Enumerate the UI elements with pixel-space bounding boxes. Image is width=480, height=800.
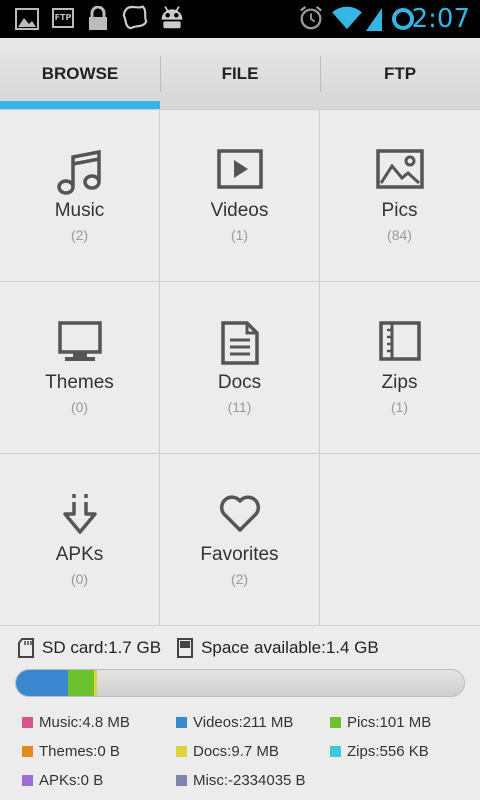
- category-pics[interactable]: Pics (84): [320, 110, 479, 281]
- legend-swatch: [176, 716, 187, 728]
- legend-swatch: [330, 745, 341, 757]
- legend-label: Pics:101 MB: [347, 713, 432, 731]
- archive-icon: [378, 321, 421, 361]
- sd-card-icon: [18, 638, 34, 658]
- storage-icon: [177, 638, 194, 658]
- monitor-icon: [57, 321, 102, 361]
- clock: 2:07: [411, 4, 470, 34]
- legend-label: Themes:0 B: [39, 742, 120, 760]
- legend-item: Themes:0 B: [22, 741, 120, 761]
- tab-ftp[interactable]: FTP: [320, 38, 480, 110]
- category-label: Favorites: [200, 544, 279, 565]
- legend-label: Misc:-2334035 B: [193, 771, 306, 789]
- tab-bar: BROWSE FILE FTP: [0, 38, 480, 110]
- category-music[interactable]: Music (2): [0, 110, 159, 281]
- legend-item: APKs:0 B: [22, 770, 103, 790]
- category-count: (11): [227, 399, 252, 415]
- category-count: (1): [390, 399, 409, 415]
- category-count: (2): [230, 571, 249, 587]
- legend-swatch: [176, 745, 187, 757]
- legend-label: Music:4.8 MB: [39, 713, 130, 731]
- category-count: (2): [70, 227, 89, 243]
- legend-swatch: [330, 716, 341, 728]
- usage-segment-docs: [94, 670, 98, 696]
- category-label: Pics: [381, 200, 418, 221]
- category-themes[interactable]: Themes (0): [0, 282, 159, 453]
- storage-info: SD card:1.7 GB Space available:1.4 GB: [18, 636, 379, 660]
- category-zips[interactable]: Zips (1): [320, 282, 479, 453]
- active-tab-indicator: [0, 101, 160, 109]
- category-count: (0): [70, 571, 89, 587]
- blob-icon: [122, 5, 148, 30]
- space-available: Space available:1.4 GB: [201, 638, 379, 657]
- category-label: Zips: [381, 372, 418, 393]
- storage-usage-bar: [15, 669, 465, 697]
- document-icon: [220, 321, 259, 365]
- legend-item: Videos:211 MB: [176, 712, 293, 732]
- category-label: Docs: [217, 372, 262, 393]
- ftp-icon: FTP: [52, 8, 74, 28]
- category-label: APKs: [55, 544, 104, 565]
- usage-segment-videos: [16, 670, 69, 696]
- legend-item: Pics:101 MB: [330, 712, 431, 732]
- legend-item: Misc:-2334035 B: [176, 770, 306, 790]
- picture-icon: [375, 149, 424, 189]
- sd-card-size: SD card:1.7 GB: [42, 638, 162, 657]
- category-label: Videos: [210, 200, 269, 221]
- grid-divider: [0, 625, 480, 626]
- category-count: (1): [230, 227, 249, 243]
- heart-icon: [219, 495, 260, 532]
- category-count: (84): [387, 227, 412, 243]
- image-icon: [15, 8, 39, 30]
- category-docs[interactable]: Docs (11): [160, 282, 319, 453]
- tab-browse[interactable]: BROWSE: [0, 38, 160, 110]
- play-icon: [216, 149, 263, 189]
- android-icon: [161, 6, 183, 29]
- legend-swatch: [176, 774, 187, 786]
- alarm-icon: [300, 5, 322, 30]
- music-note-icon: [56, 149, 101, 195]
- category-videos[interactable]: Videos (1): [160, 110, 319, 281]
- category-apks[interactable]: APKs (0): [0, 454, 159, 625]
- usage-segment-pics: [68, 670, 95, 696]
- legend-item: Docs:9.7 MB: [176, 741, 279, 761]
- tab-file[interactable]: FILE: [160, 38, 320, 110]
- legend-swatch: [22, 774, 33, 786]
- legend-label: APKs:0 B: [39, 771, 104, 789]
- signal-icon: [366, 8, 382, 31]
- empty-cell: [320, 454, 479, 625]
- legend-swatch: [22, 745, 33, 757]
- download-arrow-icon: [62, 494, 97, 534]
- legend-item: Zips:556 KB: [330, 741, 429, 761]
- status-bar: FTP 2:07: [0, 0, 480, 38]
- wifi-icon: [332, 6, 362, 30]
- category-label: Music: [54, 200, 105, 221]
- category-favorites[interactable]: Favorites (2): [160, 454, 319, 625]
- legend-label: Videos:211 MB: [193, 713, 294, 731]
- legend-label: Docs:9.7 MB: [193, 742, 279, 760]
- lock-icon: [89, 6, 107, 30]
- legend-item: Music:4.8 MB: [22, 712, 130, 732]
- category-count: (0): [70, 399, 89, 415]
- category-label: Themes: [45, 372, 114, 393]
- legend-label: Zips:556 KB: [347, 742, 429, 760]
- legend-swatch: [22, 716, 33, 728]
